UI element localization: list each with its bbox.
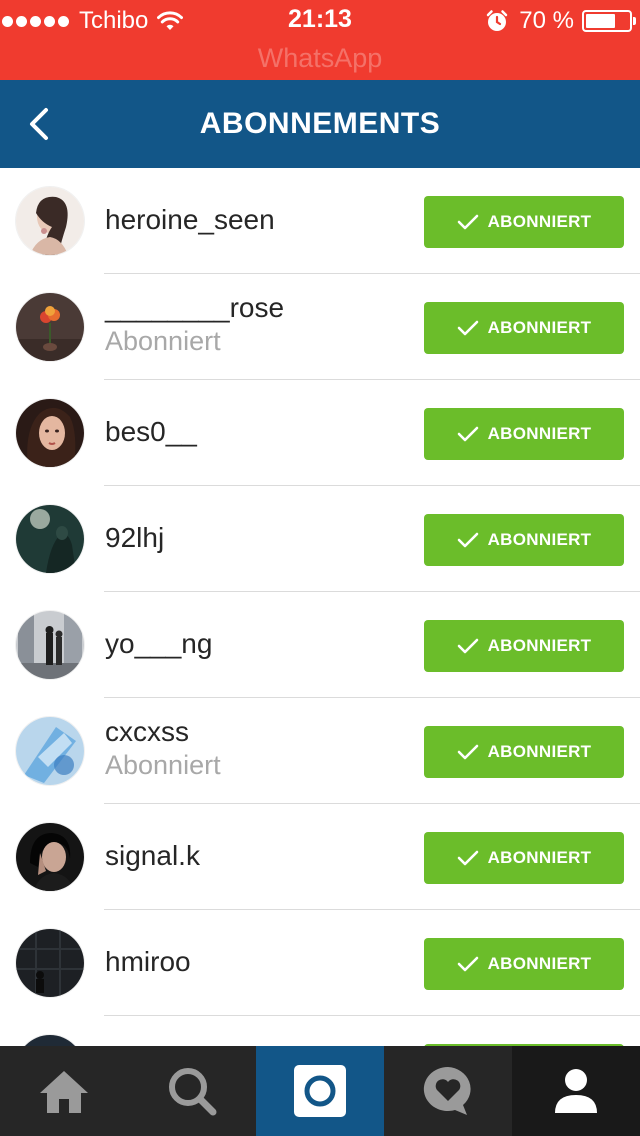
checkmark-icon (457, 426, 478, 442)
avatar[interactable] (16, 1035, 84, 1046)
list-item[interactable] (0, 1016, 640, 1046)
following-list[interactable]: heroine_seen ABONNIERT ________rose Abon… (0, 168, 640, 1046)
following-button[interactable]: ABONNIERT (424, 726, 624, 778)
back-to-app-link[interactable]: WhatsApp (0, 43, 640, 74)
following-button[interactable]: ABONNIERT (424, 938, 624, 990)
home-icon (40, 1071, 88, 1113)
username[interactable]: signal.k (105, 840, 200, 872)
username[interactable]: cxcxss (105, 716, 189, 748)
tab-camera[interactable] (256, 1046, 384, 1136)
following-button[interactable]: ABONNIERT (424, 620, 624, 672)
activity-heart-icon (423, 1066, 471, 1115)
username[interactable]: ________rose (105, 292, 284, 324)
status-bar: Tchibo 21:13 70 % WhatsApp (0, 0, 640, 80)
avatar[interactable] (16, 293, 84, 361)
list-item[interactable]: ________rose Abonniert ABONNIERT (0, 274, 640, 380)
profile-icon (555, 1069, 597, 1113)
following-button-label: ABONNIERT (487, 742, 592, 761)
status-subtitle: Abonniert (105, 750, 221, 780)
tab-activity[interactable] (384, 1046, 512, 1136)
following-button[interactable]: ABONNIERT (424, 514, 624, 566)
list-item[interactable]: signal.k ABONNIERT (0, 804, 640, 910)
following-button-label: ABONNIERT (487, 636, 592, 655)
tab-home[interactable] (0, 1046, 128, 1136)
checkmark-icon (457, 214, 478, 230)
checkmark-icon (457, 532, 478, 548)
username[interactable]: 92lhj (105, 522, 164, 554)
following-button-label: ABONNIERT (487, 954, 592, 973)
avatar[interactable] (16, 611, 84, 679)
checkmark-icon (457, 850, 478, 866)
checkmark-icon (457, 638, 478, 654)
avatar[interactable] (16, 187, 84, 255)
following-button-label: ABONNIERT (487, 424, 592, 443)
avatar[interactable] (16, 399, 84, 467)
following-button[interactable]: ABONNIERT (424, 302, 624, 354)
alarm-icon (487, 10, 508, 31)
battery-percent: 70 % (519, 7, 574, 34)
following-button-label: ABONNIERT (487, 530, 592, 549)
following-button[interactable]: ABONNIERT (424, 196, 624, 248)
camera-icon (294, 1065, 346, 1117)
avatar[interactable] (16, 823, 84, 891)
list-item[interactable]: bes0__ ABONNIERT (0, 380, 640, 486)
list-item[interactable]: heroine_seen ABONNIERT (0, 168, 640, 274)
list-item[interactable]: hmiroo ABONNIERT (0, 910, 640, 1016)
avatar[interactable] (16, 717, 84, 785)
username[interactable]: yo___ng (105, 628, 212, 660)
page-title: ABONNEMENTS (199, 107, 441, 140)
search-icon (169, 1068, 217, 1116)
list-item[interactable]: yo___ng ABONNIERT (0, 592, 640, 698)
following-button[interactable]: ABONNIERT (424, 832, 624, 884)
avatar[interactable] (16, 505, 84, 573)
battery-icon (582, 10, 636, 32)
following-button-label: ABONNIERT (487, 212, 592, 231)
checkmark-icon (457, 320, 478, 336)
username[interactable]: bes0__ (105, 416, 197, 448)
username[interactable]: hmiroo (105, 946, 191, 978)
following-button-label: ABONNIERT (487, 848, 592, 867)
navigation-bar: ABONNEMENTS (0, 80, 640, 168)
checkmark-icon (457, 956, 478, 972)
checkmark-icon (457, 744, 478, 760)
username[interactable]: heroine_seen (105, 204, 275, 236)
tab-profile[interactable] (512, 1046, 640, 1136)
following-button[interactable]: ABONNIERT (424, 408, 624, 460)
list-item[interactable]: 92lhj ABONNIERT (0, 486, 640, 592)
tab-bar (0, 1046, 640, 1136)
following-button-label: ABONNIERT (487, 318, 592, 337)
status-right: 70 % (485, 6, 636, 36)
status-subtitle: Abonniert (105, 326, 221, 356)
avatar[interactable] (16, 929, 84, 997)
tab-search[interactable] (128, 1046, 256, 1136)
list-item[interactable]: cxcxss Abonniert ABONNIERT (0, 698, 640, 804)
